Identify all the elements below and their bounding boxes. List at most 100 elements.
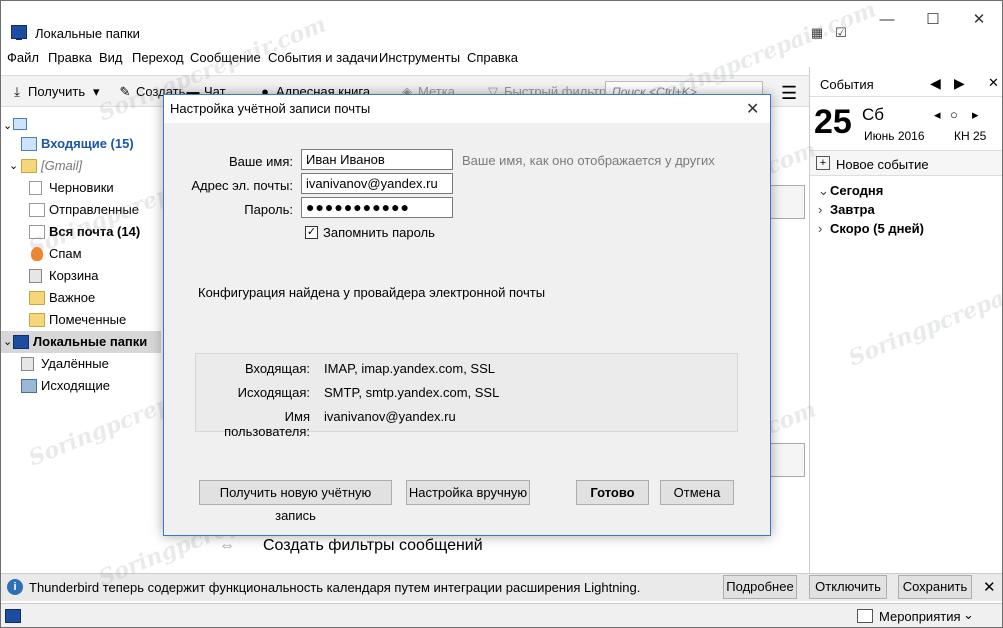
folder-trash[interactable]: Корзина	[1, 265, 161, 287]
events-group-tomorrow[interactable]: › Завтра	[818, 202, 875, 217]
more-info-button[interactable]: Подробнее	[723, 575, 797, 599]
chevron-down-icon[interactable]: ⌄	[963, 607, 974, 623]
events-group-soon[interactable]: › Скоро (5 дней)	[818, 221, 924, 236]
folder-all-mail[interactable]: Вся почта (14)	[1, 221, 161, 243]
folder-drafts[interactable]: Черновики	[1, 177, 161, 199]
close-window-button[interactable]: ✕	[956, 9, 1002, 31]
folder-outbox[interactable]: Исходящие	[1, 375, 161, 397]
incoming-label: Входящая:	[244, 361, 310, 376]
events-header: События ◀ ▶ ✕	[810, 67, 1002, 97]
folder-label: Локальные папки	[33, 334, 148, 349]
folder-gmail[interactable]: ⌄ [Gmail]	[1, 155, 161, 177]
new-event-button[interactable]: + Новое событие	[810, 150, 1002, 176]
folder-label: Важное	[49, 290, 96, 305]
outgoing-value: SMTP, smtp.yandex.com, SSL	[324, 385, 500, 400]
remember-password-checkbox[interactable]: ✓	[305, 226, 318, 239]
folder-label: Удалённые	[41, 356, 109, 371]
get-new-account-button[interactable]: Получить новую учётную запись	[199, 480, 392, 523]
thunderbird-app-icon	[11, 25, 27, 40]
collapse-chevron-icon[interactable]: ⌄	[3, 331, 12, 353]
menu-tools[interactable]: Инструменты	[379, 50, 460, 65]
menu-message[interactable]: Сообщение	[190, 50, 261, 65]
close-notification-icon[interactable]: ✕	[983, 578, 996, 596]
download-icon: ⤓	[14, 84, 20, 99]
menu-help[interactable]: Справка	[467, 50, 518, 65]
done-button[interactable]: Готово	[576, 480, 649, 505]
username-value: ivanivanov@yandex.ru	[324, 409, 456, 424]
minimize-button[interactable]: —	[864, 9, 910, 31]
next-day-small-icon[interactable]: ▸	[972, 107, 979, 123]
computer-icon	[13, 335, 29, 349]
get-mail-dropdown-icon[interactable]: ▾	[93, 84, 100, 100]
events-group-today[interactable]: ⌄Сегодня	[818, 183, 883, 199]
account-icon	[13, 118, 27, 130]
menu-events-tasks[interactable]: События и задачи	[268, 50, 378, 65]
tasks-toggle-icon[interactable]: ☑	[833, 25, 849, 41]
name-field[interactable]	[301, 149, 453, 170]
background-button[interactable]	[769, 443, 805, 477]
folder-starred[interactable]: Помеченные	[1, 309, 161, 331]
folder-important[interactable]: Важное	[1, 287, 161, 309]
day-of-week: Сб	[862, 105, 885, 124]
outbox-icon	[21, 379, 37, 393]
online-status-icon[interactable]	[5, 609, 21, 623]
today-circle-icon[interactable]: ○	[950, 107, 958, 122]
dialog-close-icon[interactable]: ✕	[746, 99, 759, 119]
create-filters-label: Создать фильтры сообщений	[263, 537, 483, 554]
remember-password-label[interactable]: Запомнить пароль	[323, 225, 435, 240]
folder-pane: ⌄ Входящие (15) ⌄ [Gmail] Черновики Отпр…	[1, 107, 161, 573]
folder-inbox[interactable]: Входящие (15)	[1, 133, 161, 155]
calendar-icon	[857, 609, 873, 623]
today-pane-date: 25 Сб Июнь 2016 КН 25 ◂ ○ ▸	[810, 97, 1002, 147]
manual-config-button[interactable]: Настройка вручную	[406, 480, 530, 505]
window-title: Локальные папки	[35, 26, 140, 41]
account-setup-dialog: Настройка учётной записи почты ✕ Ваше им…	[163, 94, 771, 536]
password-field[interactable]: ●●●●●●●●●●●	[301, 197, 453, 218]
calendar-toggle-icon[interactable]: ▦	[809, 25, 825, 41]
close-pane-icon[interactable]: ✕	[988, 75, 999, 91]
drafts-icon	[29, 181, 42, 195]
cancel-button[interactable]: Отмена	[660, 480, 734, 505]
menu-file[interactable]: Файл	[7, 50, 39, 65]
folder-local-folders[interactable]: ⌄ Локальные папки	[1, 331, 161, 353]
plus-icon: +	[816, 156, 830, 170]
folder-label: Входящие (15)	[41, 136, 134, 151]
background-button[interactable]	[769, 185, 805, 219]
get-mail-button[interactable]: ⤓ Получить	[9, 84, 85, 100]
disable-button[interactable]: Отключить	[809, 575, 887, 599]
trash-icon	[29, 269, 42, 283]
sent-icon	[29, 203, 45, 217]
name-hint: Ваше имя, как оно отображается у других	[462, 153, 715, 168]
maximize-button[interactable]: ☐	[910, 9, 956, 31]
spam-flame-icon	[31, 247, 43, 261]
new-event-label: Новое событие	[836, 157, 929, 172]
group-label: Скоро (5 дней)	[830, 221, 924, 236]
collapse-chevron-icon[interactable]: ⌄	[9, 155, 18, 177]
keep-button[interactable]: Сохранить	[898, 575, 972, 599]
inbox-icon	[21, 137, 37, 151]
config-details-box: Входящая: IMAP, imap.yandex.com, SSL Исх…	[195, 353, 738, 439]
events-pane: События ◀ ▶ ✕ 25 Сб Июнь 2016 КН 25 ◂ ○ …	[809, 67, 1002, 573]
folder-deleted[interactable]: Удалённые	[1, 353, 161, 375]
username-label: Имя пользователя:	[224, 409, 310, 439]
filter-arrows-icon: ⇔	[219, 537, 235, 554]
email-field[interactable]	[301, 173, 453, 194]
folder-label: [Gmail]	[41, 158, 83, 173]
day-number: 25	[814, 103, 852, 141]
next-day-icon[interactable]: ▶	[954, 75, 965, 92]
events-status-label[interactable]: Мероприятия	[879, 609, 961, 624]
trash-icon	[21, 357, 34, 371]
previous-day-icon[interactable]: ◀	[930, 75, 941, 92]
folder-icon	[29, 291, 45, 305]
menu-go[interactable]: Переход	[132, 50, 184, 65]
app-menu-icon[interactable]: ☰	[781, 83, 797, 104]
folder-label: Отправленные	[49, 202, 139, 217]
config-found-text: Конфигурация найдена у провайдера электр…	[198, 285, 546, 300]
menu-view[interactable]: Вид	[99, 50, 123, 65]
folder-spam[interactable]: Спам	[1, 243, 161, 265]
folder-sent[interactable]: Отправленные	[1, 199, 161, 221]
notification-bar: i Thunderbird теперь содержит функционал…	[1, 573, 1002, 601]
menu-edit[interactable]: Правка	[48, 50, 92, 65]
prev-day-small-icon[interactable]: ◂	[934, 107, 941, 123]
week-number: КН 25	[954, 129, 987, 143]
